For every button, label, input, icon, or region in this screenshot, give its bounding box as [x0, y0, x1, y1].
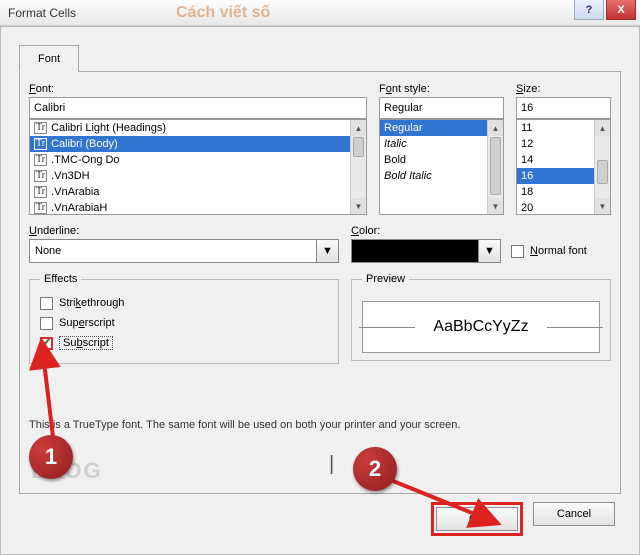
truetype-icon: Tr — [34, 154, 47, 166]
size-input[interactable] — [516, 97, 611, 119]
chevron-down-icon[interactable]: ▼ — [317, 239, 339, 263]
scroll-down-icon[interactable]: ▼ — [488, 198, 503, 214]
font-style-input[interactable] — [379, 97, 504, 119]
preview-group: Preview AaBbCcYyZz — [351, 273, 611, 361]
effects-legend: Effects — [40, 273, 81, 285]
annotation-arrow-2 — [389, 475, 499, 535]
info-text: This is a TrueType font. The same font w… — [29, 419, 611, 431]
size-label: Size: — [516, 83, 611, 95]
superscript-checkbox[interactable] — [40, 317, 53, 330]
scroll-up-icon[interactable]: ▲ — [595, 120, 610, 136]
truetype-icon: Tr — [34, 122, 47, 134]
scroll-thumb[interactable] — [353, 137, 364, 157]
ghost-overlay-text: Cách viết số — [176, 4, 270, 22]
scroll-thumb[interactable] — [490, 137, 501, 195]
truetype-icon: Tr — [34, 186, 47, 198]
annotation-arrow-1 — [41, 347, 71, 447]
list-item: Bold — [380, 152, 487, 168]
strikethrough-checkbox[interactable] — [40, 297, 53, 310]
underline-dropdown[interactable]: None ▼ — [29, 239, 339, 263]
preview-legend: Preview — [362, 273, 409, 285]
underline-value: None — [35, 245, 61, 257]
list-item: 14 — [517, 152, 594, 168]
scroll-up-icon[interactable]: ▲ — [488, 120, 503, 136]
preview-text: AaBbCcYyZz — [415, 318, 546, 336]
underline-label: Underline: — [29, 225, 339, 237]
scrollbar[interactable]: ▲ ▼ — [487, 120, 503, 214]
list-item: Regular — [380, 120, 487, 136]
superscript-label: Superscript — [59, 317, 115, 329]
list-item: 20 — [517, 200, 594, 214]
list-item: Tr.VnArabiaH — [30, 200, 350, 214]
effects-group: Effects Strikethrough Superscript Subscr… — [29, 273, 339, 364]
normal-font-label: Normal font — [530, 245, 587, 257]
font-listbox[interactable]: TrCalibri Light (Headings) TrCalibri (Bo… — [29, 119, 367, 215]
tab-label: Font — [38, 53, 60, 65]
strikethrough-label: Strikethrough — [59, 297, 124, 309]
list-item: Tr.Vn3DH — [30, 168, 350, 184]
tab-font[interactable]: Font — [19, 45, 79, 72]
list-item: TrCalibri (Body) — [30, 136, 350, 152]
scroll-down-icon[interactable]: ▼ — [595, 198, 610, 214]
annotation-step-1: 1 — [29, 435, 73, 479]
close-button[interactable]: X — [606, 0, 636, 20]
list-item: TrCalibri Light (Headings) — [30, 120, 350, 136]
list-item: Tr.TMC-Ong Do — [30, 152, 350, 168]
list-item: 16 — [517, 168, 594, 184]
color-swatch — [352, 240, 478, 262]
help-button[interactable]: ? — [574, 0, 604, 20]
font-style-listbox[interactable]: Regular Italic Bold Bold Italic ▲ ▼ — [379, 119, 504, 215]
dialog-client: Font Font: TrCalibri Light (Headings) Tr… — [0, 26, 640, 555]
truetype-icon: Tr — [34, 138, 47, 150]
normal-font-checkbox[interactable] — [511, 245, 524, 258]
list-item: Bold Italic — [380, 168, 487, 184]
font-label: Font: — [29, 83, 367, 95]
color-label: Color: — [351, 225, 611, 237]
size-listbox[interactable]: 11 12 14 16 18 20 ▲ ▼ — [516, 119, 611, 215]
scroll-thumb[interactable] — [597, 160, 608, 184]
truetype-icon: Tr — [34, 202, 47, 214]
font-input[interactable] — [29, 97, 367, 119]
truetype-icon: Tr — [34, 170, 47, 182]
list-item: 12 — [517, 136, 594, 152]
scrollbar[interactable]: ▲ ▼ — [350, 120, 366, 214]
preview-box: AaBbCcYyZz — [362, 301, 600, 353]
cancel-button[interactable]: Cancel — [533, 502, 615, 526]
chevron-down-icon[interactable]: ▼ — [479, 239, 501, 263]
annotation-step-2: 2 — [353, 447, 397, 491]
font-style-label: Font style: — [379, 83, 504, 95]
tab-strip: Font — [19, 45, 621, 71]
scrollbar[interactable]: ▲ ▼ — [594, 120, 610, 214]
decor-pipe: | — [329, 453, 334, 476]
list-item: Tr.VnArabia — [30, 184, 350, 200]
list-item: 11 — [517, 120, 594, 136]
color-dropdown[interactable]: ▼ — [351, 239, 501, 263]
window-title: Format Cells — [8, 6, 76, 20]
list-item: Italic — [380, 136, 487, 152]
titlebar: Format Cells Cách viết số ? X — [0, 0, 640, 26]
scroll-up-icon[interactable]: ▲ — [351, 120, 366, 136]
list-item: 18 — [517, 184, 594, 200]
scroll-down-icon[interactable]: ▼ — [351, 198, 366, 214]
